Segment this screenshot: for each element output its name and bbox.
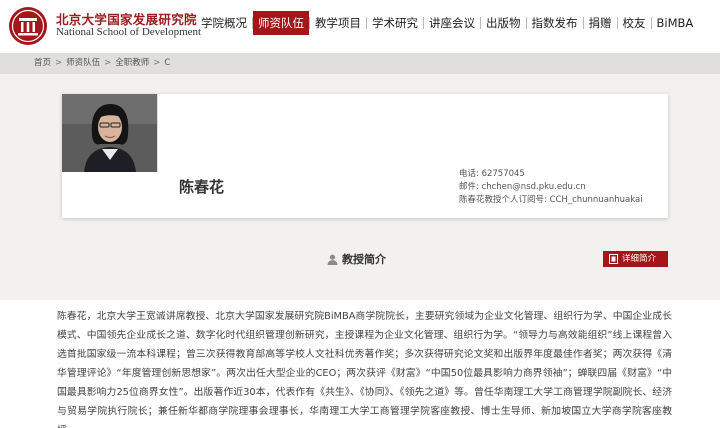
detailed-bio-label: 详细简介 [622,254,657,264]
breadcrumb-fulltime[interactable]: 全职教师 [115,53,149,74]
nav-item-research[interactable]: 学术研究 [367,11,423,35]
breadcrumb-home[interactable]: 首页 [34,53,51,74]
detailed-bio-button[interactable]: 详细简介 [603,251,668,267]
site-header: 北京大学国家发展研究院 National School of Developme… [0,0,720,48]
nav-item-events[interactable]: 讲座会议 [424,11,480,35]
contact-info: 电话: 62757045 邮件: chchen@nsd.pku.edu.cn 陈… [459,168,643,207]
pku-logo-icon[interactable] [8,6,48,46]
breadcrumb-separator: > [55,58,63,68]
profile-photo [62,94,158,172]
logo-title-en[interactable]: National School of Development [56,26,201,38]
nav-item-publications[interactable]: 出版物 [481,11,526,35]
breadcrumb-letter[interactable]: C [164,53,170,74]
breadcrumb-separator: > [153,58,161,68]
nav-item-alumni[interactable]: 校友 [618,11,651,35]
nav-item-faculty[interactable]: 师资队伍 [253,11,309,35]
section-header: 教授简介 [327,250,386,268]
section-title: 教授简介 [342,253,386,266]
professor-name: 陈春花 [179,178,225,196]
contact-email[interactable]: 邮件: chchen@nsd.pku.edu.cn [459,181,643,194]
nav-item-indices[interactable]: 指数发布 [527,11,583,35]
breadcrumb-bar: 首页 > 师资队伍 > 全职教师 > C [0,53,720,74]
nav-item-bimba[interactable]: BiMBA [652,11,699,35]
nav-item-donate[interactable]: 捐赠 [584,11,617,35]
breadcrumb-faculty[interactable]: 师资队伍 [66,53,100,74]
person-icon [327,254,338,265]
breadcrumb-separator: > [104,58,112,68]
contact-phone: 电话: 62757045 [459,169,525,179]
contact-wechat: 陈春花教授个人订阅号: CCH_chunnuanhuakai [459,195,643,205]
bio-text: 陈春花，北京大学王宽诚讲席教授、北京大学国家发展研究院BiMBA商学院院长，主要… [57,311,672,428]
nav-item-about[interactable]: 学院概况 [196,11,252,35]
breadcrumb: 首页 > 师资队伍 > 全职教师 > C [34,53,170,74]
main-nav: 学院概况 师资队伍 教学项目 学术研究 讲座会议 出版物 指数发布 捐赠 校友 … [196,11,698,35]
portrait-image [62,94,157,172]
nav-item-programs[interactable]: 教学项目 [310,11,366,35]
document-icon [609,254,618,264]
